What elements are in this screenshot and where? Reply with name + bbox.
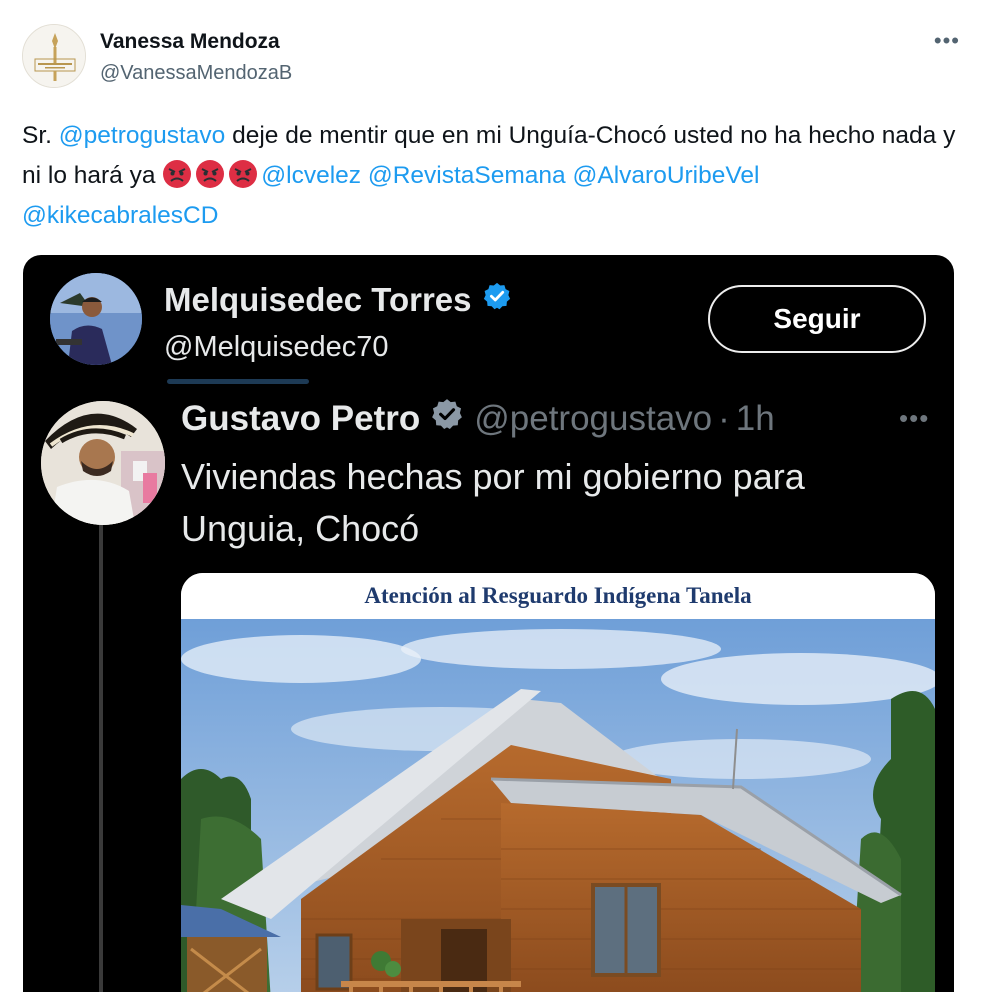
mention-link[interactable]: @RevistaSemana	[368, 162, 566, 189]
tweet-header: Vanessa Mendoza @VanessaMendozaB •••	[22, 24, 972, 94]
separator-dot: ·	[718, 398, 730, 438]
mention-link[interactable]: @kikecabralesCD	[22, 202, 218, 229]
mention-link[interactable]: @petrogustavo	[59, 122, 226, 149]
follow-button[interactable]: Seguir	[708, 285, 926, 353]
author-handle[interactable]: @VanessaMendozaB	[100, 62, 292, 85]
quoted-name: Gustavo Petro	[181, 398, 421, 438]
quoted-image: Atención al Resguardo Indígena Tanela	[181, 573, 935, 992]
verified-badge-icon	[482, 281, 512, 319]
more-options-icon[interactable]: •••	[934, 28, 960, 54]
quoted-avatar	[41, 401, 165, 525]
author-name[interactable]: Vanessa Mendoza	[100, 30, 280, 54]
angry-face-icon	[195, 159, 225, 189]
thread-line	[99, 525, 103, 992]
mention-link[interactable]: @AlvaroUribeVel	[573, 162, 760, 189]
quoted-time: 1h	[735, 398, 775, 438]
more-options-icon: •••	[899, 403, 930, 433]
image-caption: Atención al Resguardo Indígena Tanela	[181, 573, 935, 619]
profile-name-text: Melquisedec Torres	[164, 281, 472, 318]
tab-indicator	[167, 379, 309, 384]
quoted-text: Viviendas hechas por mi gobierno para Un…	[181, 456, 805, 549]
mention-link[interactable]: @lcvelez	[261, 162, 361, 189]
angry-face-icon	[228, 159, 258, 189]
profile-handle: @Melquisedec70	[164, 331, 389, 363]
avatar[interactable]	[22, 24, 86, 88]
embedded-screenshot[interactable]: Melquisedec Torres @Melquisedec70 Seguir…	[23, 255, 954, 992]
logo-icon	[23, 25, 85, 87]
profile-name: Melquisedec Torres	[164, 281, 512, 319]
quoted-handle: @petrogustavo	[474, 398, 713, 438]
quoted-header: Gustavo Petro @petrogustavo · 1h	[181, 397, 775, 440]
tweet-text: Sr. @petrogustavo deje de mentir que en …	[22, 116, 962, 236]
house-photo	[181, 619, 935, 992]
verified-badge-icon	[430, 397, 464, 440]
tweet-text-part: Sr.	[22, 122, 59, 149]
profile-avatar	[50, 273, 142, 365]
angry-face-icon	[162, 159, 192, 189]
